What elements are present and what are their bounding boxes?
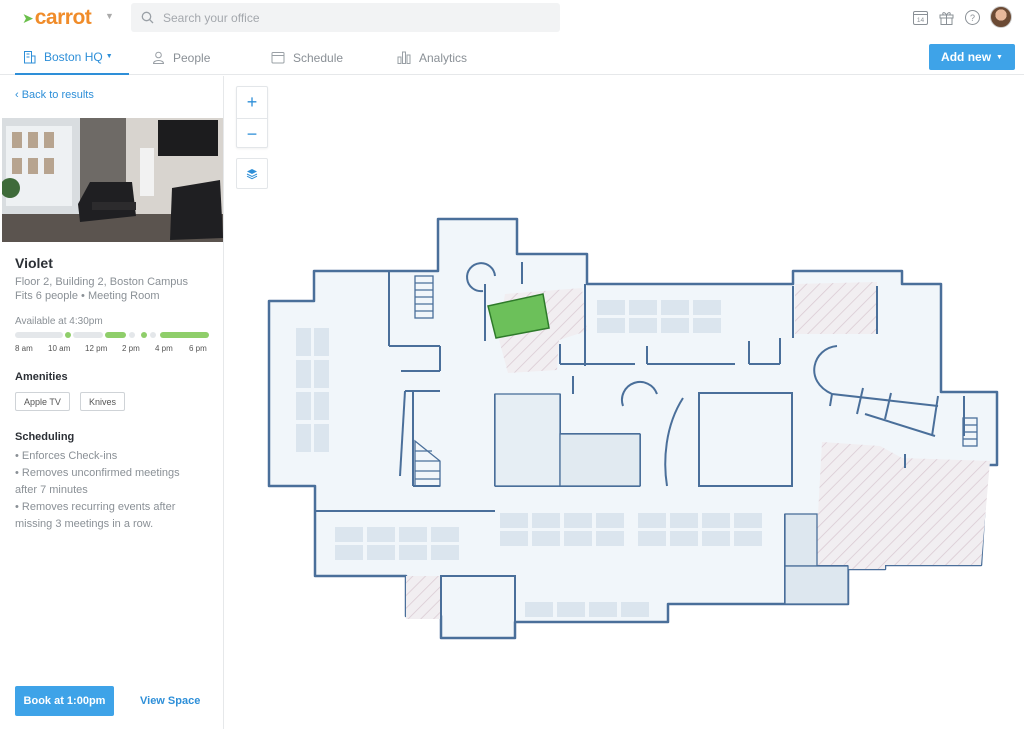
search-icon: [141, 11, 154, 24]
main-nav: Boston HQ ▼ People Schedule Analytics Ad…: [0, 40, 1024, 75]
floor-map[interactable]: + −: [225, 76, 1024, 729]
add-new-label: Add new: [941, 50, 992, 64]
tab-label: People: [173, 50, 211, 65]
timeline-label: 2 pm: [122, 344, 140, 353]
logo-text: carrot: [34, 6, 92, 29]
room-photo: [2, 118, 223, 242]
timeline-free-segment: [160, 332, 209, 338]
timeline-label: 8 am: [15, 344, 33, 353]
room-details: Fits 6 people • Meeting Room: [15, 290, 160, 302]
back-to-results-link[interactable]: ‹ Back to results: [15, 89, 94, 101]
timeline-label: 10 am: [48, 344, 71, 353]
availability-timeline[interactable]: [15, 332, 210, 338]
timeline-label: 6 pm: [189, 344, 207, 353]
unavailable-area: [795, 282, 877, 334]
timeline-label: 12 pm: [85, 344, 108, 353]
tab-people[interactable]: People: [152, 40, 210, 75]
bar-chart-icon: [397, 51, 411, 64]
scheduling-rule: • Removes recurring events after: [15, 501, 176, 513]
chevron-down-icon[interactable]: ▼: [105, 11, 114, 21]
timeline-free-slot: [141, 332, 147, 338]
search-bar[interactable]: [131, 3, 560, 32]
top-bar: ➤ carrot ▼ 14: [0, 0, 1024, 36]
timeline-label: 4 pm: [155, 344, 173, 353]
tab-analytics[interactable]: Analytics: [397, 40, 467, 75]
timeline-busy-slot: [129, 332, 135, 338]
scheduling-rule: • Enforces Check-ins: [15, 450, 118, 462]
tab-label: Boston HQ: [44, 49, 103, 64]
carrot-logo[interactable]: ➤ carrot: [22, 6, 92, 30]
carrot-logo-mark-icon: ➤: [22, 9, 34, 26]
unavailable-area: [815, 442, 990, 569]
room-details-panel: ‹ Back to results Violet Floor 2, Buildi…: [0, 76, 224, 729]
unavailable-area: [406, 576, 441, 619]
floor-plan[interactable]: [225, 76, 1024, 729]
person-icon: [152, 51, 165, 64]
calendar-day: 14: [917, 17, 925, 24]
timeline-labels: 8 am 10 am 12 pm 2 pm 4 pm 6 pm: [15, 344, 215, 356]
avatar[interactable]: [990, 6, 1012, 28]
help-icon[interactable]: ?: [964, 9, 981, 26]
scheduling-rule: after 7 minutes: [15, 484, 88, 496]
timeline-free-segment: [105, 332, 126, 338]
room-name: Violet: [15, 255, 53, 271]
tab-schedule[interactable]: Schedule: [271, 40, 343, 75]
calendar-icon[interactable]: 14: [912, 9, 929, 26]
tab-label: Analytics: [419, 50, 468, 65]
building-icon: [24, 50, 36, 63]
book-button[interactable]: Book at 1:00pm: [15, 686, 114, 716]
chevron-down-icon: ▼: [105, 53, 113, 60]
search-input[interactable]: [163, 10, 543, 25]
add-new-button[interactable]: Add new ▼: [929, 44, 1015, 70]
scheduling-rule: • Removes unconfirmed meetings: [15, 467, 180, 479]
view-space-link[interactable]: View Space: [140, 695, 200, 707]
room-location: Floor 2, Building 2, Boston Campus: [15, 276, 189, 288]
tab-label: Schedule: [293, 50, 344, 65]
timeline-busy-slot: [150, 332, 156, 338]
amenity-chip: Knives: [80, 392, 126, 411]
timeline-busy-segment: [15, 332, 63, 338]
svg-text:?: ?: [970, 13, 975, 23]
floor-outline: [267, 217, 999, 640]
scheduling-heading: Scheduling: [15, 431, 75, 443]
timeline-busy-segment: [73, 332, 103, 338]
amenity-chip: Apple TV: [15, 392, 70, 411]
calendar-icon: [271, 52, 285, 64]
tab-boston-hq[interactable]: Boston HQ ▼: [15, 40, 129, 75]
chevron-down-icon: ▼: [996, 53, 1003, 61]
availability-text: Available at 4:30pm: [15, 316, 103, 327]
gift-icon[interactable]: [938, 9, 955, 26]
top-icons: 14 ?: [912, 6, 1012, 28]
scheduling-rule: missing 3 meetings in a row.: [15, 518, 154, 530]
timeline-free-slot: [65, 332, 71, 338]
amenities-heading: Amenities: [15, 371, 68, 383]
